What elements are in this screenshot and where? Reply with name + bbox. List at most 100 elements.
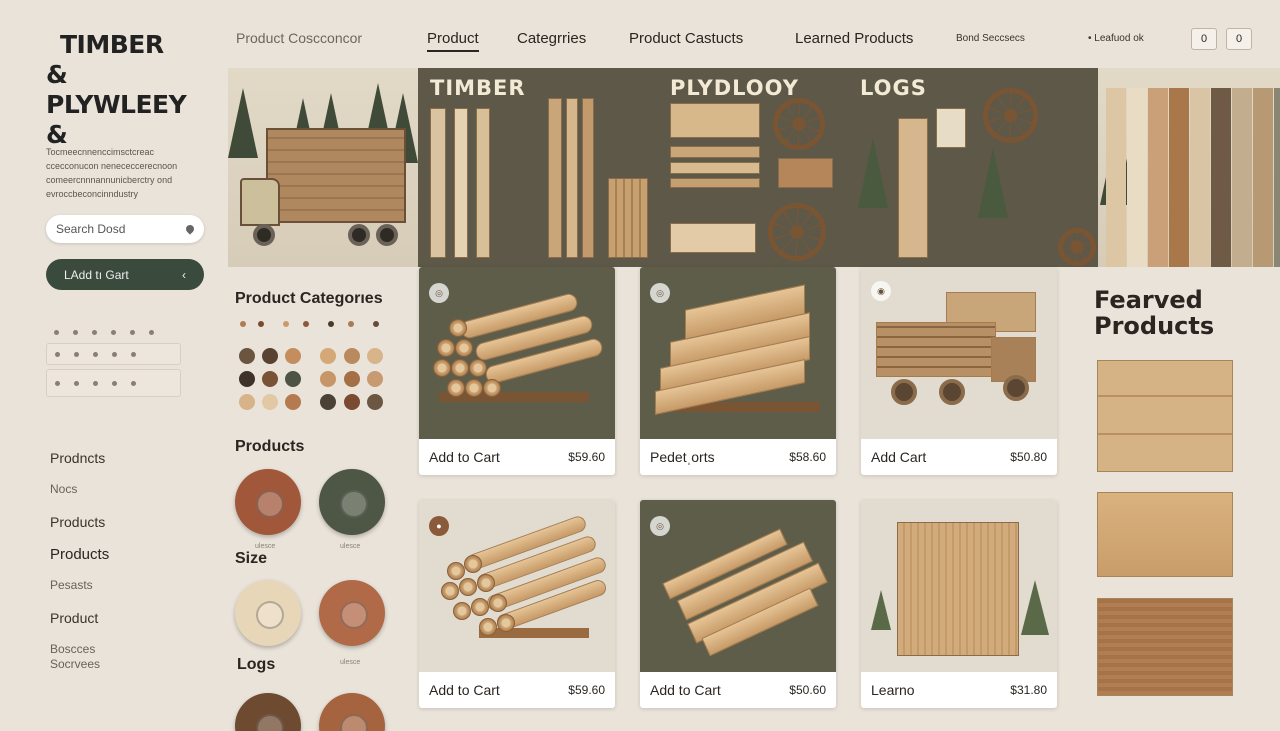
product-image: ◎	[640, 500, 836, 672]
product-image: ◎	[640, 267, 836, 439]
location-pin-icon[interactable]	[184, 223, 196, 235]
product-card[interactable]: ◎ Add to Cart $50.60	[640, 500, 836, 708]
badge-icon[interactable]: ◎	[429, 283, 449, 303]
product-card[interactable]: ● Add to Cart $59.60	[419, 500, 615, 708]
color-swatch[interactable]	[367, 394, 383, 410]
color-swatch[interactable]	[285, 371, 301, 387]
product-card-footer: Add Cart $50.80	[861, 439, 1057, 475]
featured-item[interactable]	[1097, 360, 1233, 472]
product-name[interactable]: Pedetˌorts	[650, 449, 715, 465]
sidebar-item-products-3[interactable]: Products	[50, 546, 120, 563]
product-image	[861, 500, 1057, 672]
logs-heading: Logs	[237, 656, 276, 673]
notification-button[interactable]: 0	[1191, 28, 1217, 50]
color-option[interactable]	[283, 321, 289, 327]
sidebar-item-services[interactable]: Boscces Socrvees	[50, 642, 120, 671]
account-link-label: Leafuod ok	[1094, 33, 1144, 44]
product-card-footer: Pedetˌorts $58.60	[640, 439, 836, 475]
left-sidebar: TIMBER & PLYWLEEY & Tocmeecnnenccimsctcr…	[0, 0, 215, 731]
product-price: $50.80	[1010, 450, 1047, 464]
color-swatch[interactable]	[262, 371, 278, 387]
add-to-cart-link[interactable]: Add to Cart	[650, 682, 721, 698]
color-option[interactable]	[258, 321, 264, 327]
product-type-option[interactable]	[319, 469, 385, 535]
color-swatch[interactable]	[367, 348, 383, 364]
color-swatch[interactable]	[344, 371, 360, 387]
color-swatch[interactable]	[320, 371, 336, 387]
color-option[interactable]	[303, 321, 309, 327]
cart-button[interactable]: 0	[1226, 28, 1252, 50]
product-image: ●	[419, 500, 615, 672]
hero-product-panel: TIMBER PLYDLOOY LOGS	[418, 68, 1098, 267]
badge-icon[interactable]: ◉	[871, 281, 891, 301]
add-to-cart-button[interactable]: LAdd tı Gart ‹	[46, 259, 204, 290]
hero-title-plywood: PLYDLOOY	[670, 76, 799, 100]
logs-option[interactable]	[319, 693, 385, 731]
add-cart-link[interactable]: Add Cart	[871, 449, 926, 465]
product-type-option[interactable]	[235, 469, 301, 535]
product-card[interactable]: ◉ Add Cart $50.80	[861, 267, 1057, 475]
color-swatch[interactable]	[239, 371, 255, 387]
learn-more-link[interactable]: Learno	[871, 682, 915, 698]
breadcrumb[interactable]: Product Coscconcor	[236, 30, 362, 46]
color-swatch[interactable]	[367, 371, 383, 387]
color-option[interactable]	[373, 321, 379, 327]
color-swatch[interactable]	[344, 394, 360, 410]
hero-banner: TIMBER PLYDLOOY LOGS	[228, 68, 1280, 267]
featured-item[interactable]	[1097, 598, 1233, 696]
product-card[interactable]: ◎ Pedetˌorts $58.60	[640, 267, 836, 475]
product-categories-heading: Product Categorıes	[235, 290, 383, 307]
add-to-cart-link[interactable]: Add to Cart	[429, 449, 500, 465]
filter-row[interactable]	[46, 369, 181, 397]
chevron-left-icon: ‹	[182, 267, 186, 282]
badge-icon[interactable]: ◎	[650, 516, 670, 536]
tab-product[interactable]: Product	[427, 30, 479, 52]
sidebar-item-nocs[interactable]: Nocs	[50, 482, 120, 499]
hero-board-stack	[1106, 88, 1280, 267]
account-link[interactable]: • Leafuod ok	[1088, 33, 1144, 44]
tab-categories[interactable]: Categrries	[517, 30, 586, 47]
search-input[interactable]: Search Dosd	[46, 215, 204, 243]
product-price: $31.80	[1010, 683, 1047, 697]
color-swatch[interactable]	[285, 348, 301, 364]
color-swatch[interactable]	[320, 348, 336, 364]
color-swatch[interactable]	[285, 394, 301, 410]
color-swatch[interactable]	[239, 394, 255, 410]
sidebar-item-product[interactable]: Product	[50, 610, 120, 627]
size-option[interactable]	[319, 580, 385, 646]
tab-product-contacts[interactable]: Product Castucts	[629, 30, 743, 47]
color-swatch[interactable]	[344, 348, 360, 364]
badge-icon[interactable]: ●	[429, 516, 449, 536]
color-option[interactable]	[348, 321, 354, 327]
product-card[interactable]: Learno $31.80	[861, 500, 1057, 708]
brand-line-2: & PLYWLEEY	[46, 60, 187, 119]
color-swatch[interactable]	[320, 394, 336, 410]
product-price: $58.60	[789, 450, 826, 464]
ring-caption: ulesce	[255, 543, 276, 550]
size-option[interactable]	[235, 580, 301, 646]
color-swatch[interactable]	[262, 348, 278, 364]
product-price: $59.60	[568, 683, 605, 697]
tab-learned-products[interactable]: Learned Products	[795, 30, 913, 47]
color-option[interactable]	[328, 321, 334, 327]
add-to-cart-label: LAdd tı Gart	[64, 267, 129, 282]
bond-services-link[interactable]: Bond Seccsecs	[956, 33, 1025, 44]
sidebar-item-pesasts[interactable]: Pesasts	[50, 578, 120, 595]
product-card[interactable]: ◎ Add to Cart $59.60	[419, 267, 615, 475]
color-swatch[interactable]	[239, 348, 255, 364]
add-to-cart-link[interactable]: Add to Cart	[429, 682, 500, 698]
sidebar-item-products[interactable]: Prodncts	[50, 450, 120, 467]
featured-item[interactable]	[1097, 492, 1233, 577]
logs-option[interactable]	[235, 693, 301, 731]
sidebar-item-products-2[interactable]: Products	[50, 514, 120, 531]
filter-row[interactable]	[46, 325, 181, 339]
color-option[interactable]	[240, 321, 246, 327]
featured-title: Fearved Products	[1094, 286, 1215, 340]
badge-icon[interactable]: ◎	[650, 283, 670, 303]
hero-title-logs: LOGS	[860, 76, 927, 100]
product-card-footer: Learno $31.80	[861, 672, 1057, 708]
ring-caption: ulesce	[340, 659, 361, 666]
filter-row[interactable]	[46, 343, 181, 365]
color-swatch[interactable]	[262, 394, 278, 410]
brand-logo[interactable]: TIMBER & PLYWLEEY &	[46, 30, 215, 150]
